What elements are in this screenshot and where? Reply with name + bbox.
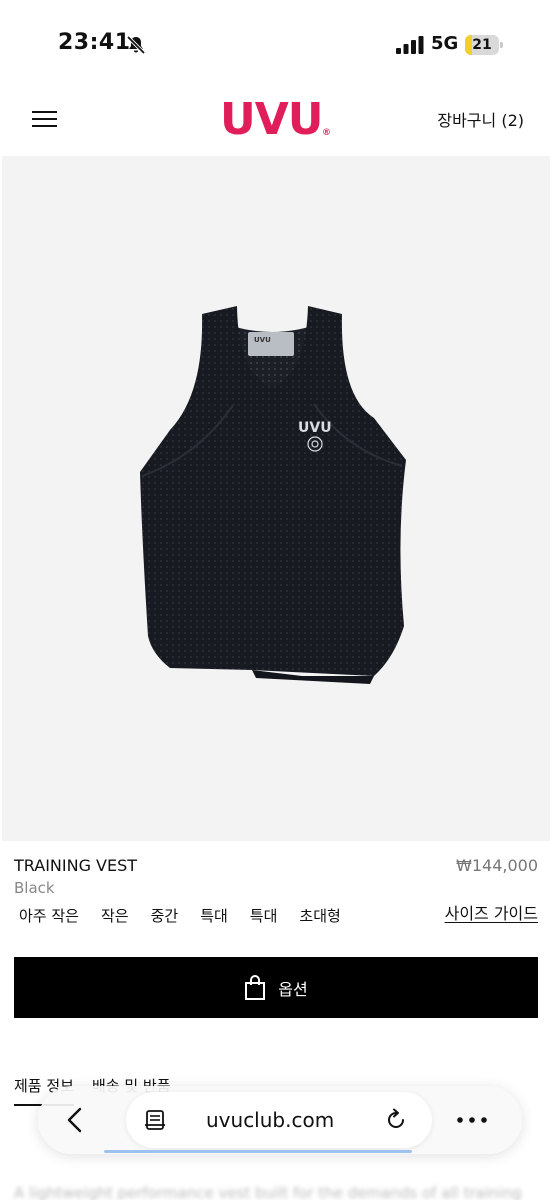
size-option[interactable]: 초대형 [299,905,340,926]
product-price: ₩144,000 [456,856,538,875]
svg-text:UVU: UVU [254,336,271,344]
size-option[interactable]: 특대 [250,905,278,926]
network-label: 5G [431,33,459,54]
product-color: Black [14,879,55,897]
more-icon[interactable] [452,1108,492,1132]
registered-mark: ® [322,128,331,138]
battery-percent: 21 [472,37,492,53]
size-option[interactable]: 중간 [151,905,179,926]
shopping-bag-icon [245,974,266,1000]
site-header: UVU ® 장바구니 (2) [0,80,552,156]
url-text: uvuclub.com [206,1108,335,1132]
brand-logo[interactable]: UVU [220,94,324,145]
product-name: TRAINING VEST [14,856,138,875]
size-option[interactable]: 작은 [101,905,129,926]
hamburger-menu-icon[interactable] [32,109,57,129]
bell-slash-icon [126,35,146,55]
cellular-signal-icon [396,36,424,54]
training-vest-image: UVU UVU [140,306,406,684]
status-bar: 23:41 5G 21 [0,0,552,80]
back-chevron-icon[interactable] [60,1104,92,1136]
product-image[interactable]: UVU UVU [2,156,550,841]
product-description: A lightweight performance vest built for… [14,1184,522,1200]
product-page: 23:41 5G 21 UVU ® 장바구니 (2) UVU UVU TRAIN… [0,0,552,1200]
page-load-progress [104,1150,412,1153]
reader-mode-icon[interactable] [144,1109,166,1131]
size-option[interactable]: 아주 작은 [19,905,79,926]
status-time: 23:41 [58,30,131,55]
battery-icon: 21 [465,35,503,55]
size-option[interactable]: 특대 [200,905,228,926]
size-selector: 아주 작은 작은 중간 특대 특대 초대형 [19,905,363,926]
cart-link[interactable]: 장바구니 (2) [437,107,524,131]
address-bar[interactable]: uvuclub.com [126,1092,432,1148]
options-label: 옵션 [278,979,308,999]
reload-icon[interactable] [384,1108,408,1132]
vest-logo-text: UVU [298,420,332,436]
options-button[interactable]: 옵션 [14,957,538,1018]
size-guide-link[interactable]: 사이즈 가이드 [445,900,538,924]
browser-toolbar: uvuclub.com [38,1086,522,1154]
